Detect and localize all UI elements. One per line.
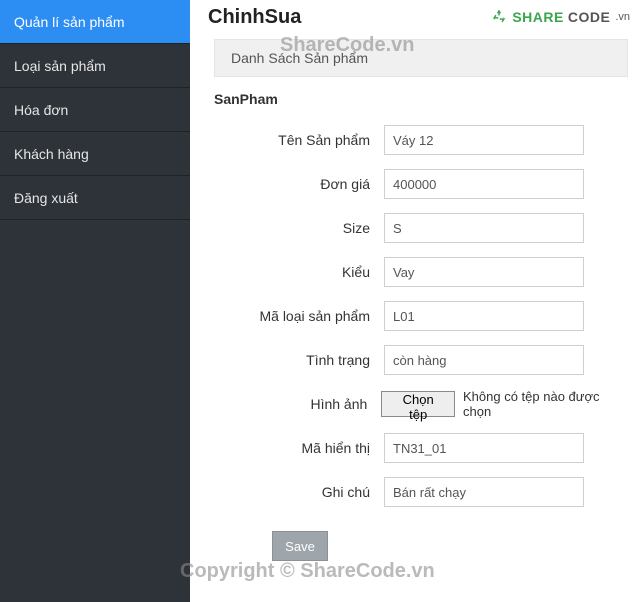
sidebar-item-logout[interactable]: Đăng xuất — [0, 176, 190, 220]
label-hinh-anh: Hình ảnh — [214, 396, 381, 412]
edit-form: Tên Sản phẩm Đơn giá Size Kiểu Mã loại s… — [214, 125, 628, 561]
breadcrumb[interactable]: Danh Sách Sản phẩm — [214, 39, 628, 77]
label-ghi-chu: Ghi chú — [214, 484, 384, 500]
row-ten-san-pham: Tên Sản phẩm — [214, 125, 628, 155]
sidebar-item-label: Quản lí sản phẩm — [14, 14, 125, 30]
sidebar-item-invoices[interactable]: Hóa đơn — [0, 88, 190, 132]
main-panel: ChinhSua Danh Sách Sản phẩm SanPham Tên … — [190, 0, 640, 602]
input-ma-hien-thi[interactable] — [384, 433, 584, 463]
row-don-gia: Đơn giá — [214, 169, 628, 199]
file-status-text: Không có tệp nào được chọn — [463, 389, 628, 419]
input-size[interactable] — [384, 213, 584, 243]
row-ma-loai: Mã loại sản phẩm — [214, 301, 628, 331]
row-ghi-chu: Ghi chú — [214, 477, 628, 507]
row-kieu: Kiểu — [214, 257, 628, 287]
input-ma-loai[interactable] — [384, 301, 584, 331]
file-picker: Chọn tệp Không có tệp nào được chọn — [381, 389, 628, 419]
sidebar-item-customers[interactable]: Khách hàng — [0, 132, 190, 176]
label-ten-san-pham: Tên Sản phẩm — [214, 132, 384, 148]
section-header: SanPham — [214, 91, 628, 107]
choose-file-button[interactable]: Chọn tệp — [381, 391, 455, 417]
row-tinh-trang: Tình trạng — [214, 345, 628, 375]
label-ma-loai: Mã loại sản phẩm — [214, 308, 384, 324]
label-kieu: Kiểu — [214, 264, 384, 280]
label-size: Size — [214, 220, 384, 236]
input-kieu[interactable] — [384, 257, 584, 287]
input-ten-san-pham[interactable] — [384, 125, 584, 155]
sidebar: Quản lí sản phẩm Loại sản phẩm Hóa đơn K… — [0, 0, 190, 602]
row-size: Size — [214, 213, 628, 243]
input-tinh-trang[interactable] — [384, 345, 584, 375]
row-hinh-anh: Hình ảnh Chọn tệp Không có tệp nào được … — [214, 389, 628, 419]
label-tinh-trang: Tình trạng — [214, 352, 384, 368]
sidebar-item-label: Loại sản phẩm — [14, 58, 106, 74]
input-don-gia[interactable] — [384, 169, 584, 199]
label-ma-hien-thi: Mã hiển thị — [214, 440, 384, 456]
sidebar-item-label: Khách hàng — [14, 146, 89, 162]
page-title: ChinhSua — [190, 0, 640, 39]
sidebar-item-product-types[interactable]: Loại sản phẩm — [0, 44, 190, 88]
sidebar-item-label: Hóa đơn — [14, 102, 68, 118]
sidebar-item-products[interactable]: Quản lí sản phẩm — [0, 0, 190, 44]
input-ghi-chu[interactable] — [384, 477, 584, 507]
row-ma-hien-thi: Mã hiển thị — [214, 433, 628, 463]
label-don-gia: Đơn giá — [214, 176, 384, 192]
sidebar-item-label: Đăng xuất — [14, 190, 78, 206]
save-button[interactable]: Save — [272, 531, 328, 561]
